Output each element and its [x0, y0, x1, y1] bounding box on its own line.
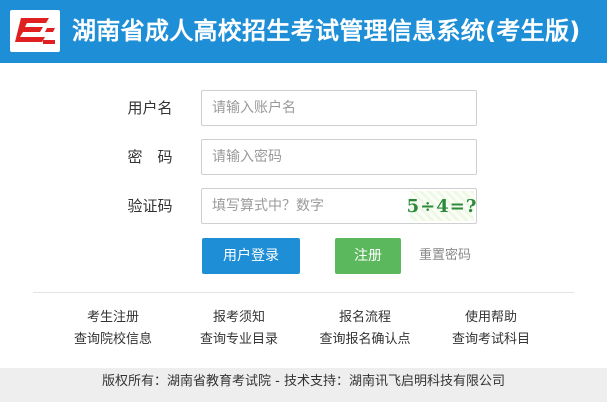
captcha-label: 验证码: [127, 197, 173, 215]
link-notice[interactable]: 报考须知: [189, 306, 289, 325]
login-button[interactable]: 用户登录: [202, 238, 300, 274]
username-row: 用户名: [0, 90, 607, 126]
page-title: 湖南省成人高校招生考试管理信息系统(考生版): [72, 17, 581, 45]
password-row: 密 码: [0, 139, 607, 175]
username-input[interactable]: [201, 90, 477, 126]
header-bar: 湖南省成人高校招生考试管理信息系统(考生版): [0, 0, 607, 63]
reset-password-link[interactable]: 重置密码: [419, 238, 471, 274]
link-register[interactable]: 考生注册: [63, 306, 163, 325]
footer: 版权所有：湖南省教育考试院 - 技术支持：湖南讯飞启明科技有限公司: [0, 368, 607, 402]
username-label: 用户名: [127, 99, 173, 117]
password-input[interactable]: [201, 139, 477, 175]
password-label: 密 码: [127, 148, 173, 166]
link-query-schools[interactable]: 查询院校信息: [63, 328, 163, 347]
link-query-subjects[interactable]: 查询考试科目: [441, 328, 541, 347]
link-query-confirm-points[interactable]: 查询报名确认点: [306, 328, 424, 347]
hunan-exam-logo-icon: [10, 10, 60, 52]
link-process[interactable]: 报名流程: [315, 306, 415, 325]
link-query-majors[interactable]: 查询专业目录: [189, 328, 289, 347]
register-button[interactable]: 注册: [335, 238, 401, 274]
captcha-row: 验证码 5÷4=?: [0, 188, 607, 224]
login-panel: 用户名 密 码 验证码 5÷4=? 用户登录 注册 重置密码 考生注册 报考须知…: [0, 63, 607, 368]
divider: [33, 292, 574, 293]
captcha-image[interactable]: 5÷4=?: [407, 191, 476, 221]
link-help[interactable]: 使用帮助: [441, 306, 541, 325]
